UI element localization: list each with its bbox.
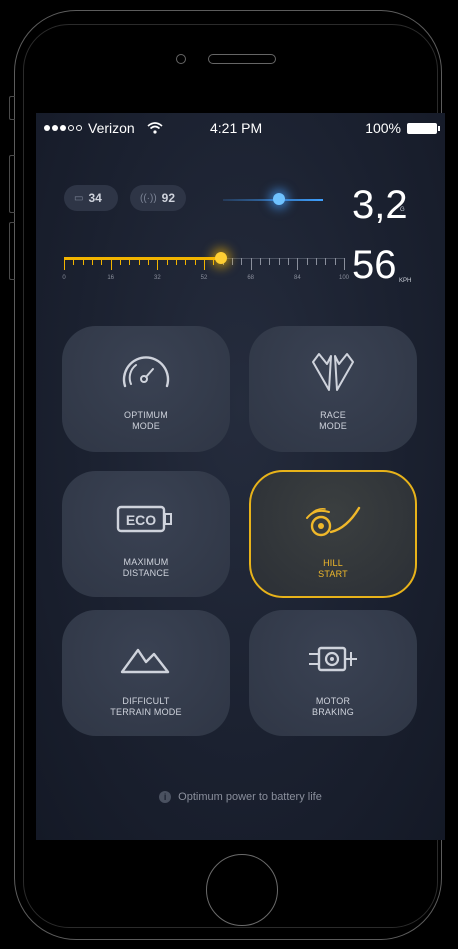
mode-hill-start-label-1: HILL [323, 558, 343, 568]
ruler-tick [334, 258, 336, 265]
mode-race-label-1: RACE [320, 410, 346, 420]
battery-chip-value: 34 [88, 191, 102, 205]
g-force-indicator[interactable] [273, 193, 285, 205]
volume-up-button [9, 155, 15, 213]
ruler-tick [297, 258, 299, 270]
mode-optimum-label-1: OPTIMUM [124, 410, 168, 420]
mode-optimum-card[interactable]: OPTIMUM MODE [62, 326, 230, 452]
battery-percent: 100% [365, 120, 401, 136]
ruler-tick [82, 258, 84, 265]
ruler-tick [204, 258, 205, 270]
ruler-tick [278, 258, 280, 265]
mode-motor-braking-label-1: MOTOR [315, 696, 351, 706]
ruler-tick [316, 258, 317, 265]
ruler-label: 16 [107, 275, 114, 281]
mode-race-label-2: MODE [319, 421, 347, 431]
ruler-tick [194, 258, 196, 265]
ruler-tick [185, 258, 187, 265]
ruler-tick [64, 258, 65, 270]
ruler-tick [306, 258, 308, 265]
info-icon: i [159, 791, 172, 803]
mode-motor-braking-card[interactable]: MOTOR BRAKING [249, 610, 417, 736]
speed-indicator[interactable] [214, 252, 227, 264]
ruler-tick [148, 258, 149, 265]
ruler-label: 52 [200, 275, 208, 281]
mode-race-card[interactable]: RACE MODE [249, 326, 417, 452]
speed-fill [64, 257, 221, 260]
mode-optimum-label-2: MODE [132, 421, 160, 431]
mountain-icon [120, 648, 170, 674]
speed-ruler: 0 16 32 52 68 84 100 [62, 252, 349, 292]
ruler-tick [129, 258, 131, 265]
mute-switch [9, 96, 15, 120]
ruler-tick [288, 258, 289, 265]
info-bar: i Optimum power to battery life [36, 791, 445, 803]
ruler-tick [92, 258, 93, 265]
battery-chip: ▭ 34 [64, 185, 118, 211]
mode-maximum-distance-card[interactable]: ECO MAXIMUM DISTANCE [62, 471, 230, 597]
speedometer-icon [122, 356, 170, 388]
earpiece-speaker [208, 54, 276, 64]
clock: 4:21 PM [210, 120, 263, 136]
carrier-name: Verizon [88, 120, 135, 136]
info-text: Optimum power to battery life [178, 791, 322, 803]
signal-chip: ((·)) 92 [130, 185, 186, 211]
ruler-tick [325, 258, 327, 265]
mode-difficult-terrain-label-2: TERRAIN MODE [110, 707, 182, 717]
front-camera [176, 54, 186, 64]
ruler-tick [157, 258, 159, 270]
signal-dots-icon [44, 125, 82, 131]
ruler-tick [110, 258, 112, 270]
mode-difficult-terrain-card[interactable]: DIFFICULT TERRAIN MODE [62, 610, 230, 736]
ruler-tick [269, 258, 271, 265]
motor-icon [309, 646, 357, 672]
battery-icon: ▭ [74, 192, 84, 204]
mode-difficult-terrain-label-1: DIFFICULT [122, 696, 170, 706]
mode-maximum-distance-label-1: MAXIMUM [123, 557, 169, 567]
ruler-label: 100 [338, 275, 350, 281]
signal-chip-value: 92 [161, 191, 176, 205]
speed-unit: KPH [399, 278, 412, 284]
signal-icon: ((·)) [140, 192, 157, 204]
ruler-tick [176, 258, 177, 265]
g-force-value: 3,2 [352, 183, 408, 227]
race-flags-icon [312, 353, 354, 391]
ruler-label: 84 [293, 275, 301, 281]
ruler-tick [260, 258, 261, 265]
ruler-tick [232, 258, 233, 265]
volume-down-button [9, 222, 15, 280]
ruler-tick [120, 258, 121, 265]
eco-text: ECO [126, 512, 156, 528]
mode-motor-braking-label-2: BRAKING [312, 707, 354, 717]
ruler-label: 0 [62, 275, 66, 281]
home-button[interactable] [206, 854, 278, 926]
ruler-tick [138, 258, 140, 265]
ruler-tick [166, 258, 168, 265]
ruler-tick [73, 258, 75, 265]
mode-hill-start-card[interactable]: HILL START [249, 470, 417, 598]
ruler-label: 32 [153, 275, 161, 281]
mode-maximum-distance-label-2: DISTANCE [122, 568, 170, 578]
ruler-tick [344, 258, 345, 270]
hill-start-icon [306, 506, 361, 537]
ruler-label: 68 [247, 275, 254, 281]
ruler-tick [250, 258, 252, 270]
ruler-tick [101, 258, 103, 265]
speed-value: 56 [352, 243, 397, 287]
ruler-tick [241, 258, 243, 265]
battery-icon [407, 122, 440, 134]
status-bar: Verizon 4:21 PM 100% [36, 113, 445, 143]
mode-hill-start-label-2: START [318, 569, 348, 579]
g-force-unit: G [400, 207, 405, 213]
app-screen: Verizon 4:21 PM 100% ▭ 34 ((·)) 92 3,2 G… [36, 113, 445, 840]
wifi-icon [147, 122, 163, 134]
eco-battery-icon: ECO [116, 505, 172, 533]
